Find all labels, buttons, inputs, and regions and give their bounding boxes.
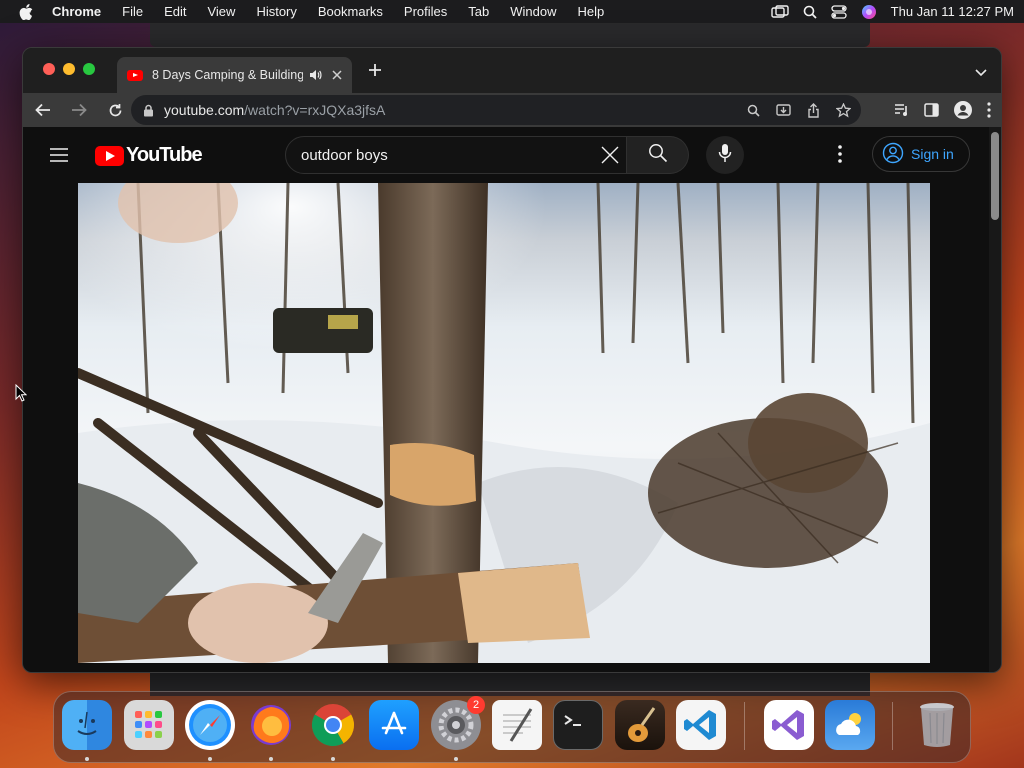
install-app-icon[interactable]	[776, 103, 791, 117]
apple-menu-icon[interactable]	[10, 3, 42, 20]
dock-finder-icon[interactable]	[62, 700, 112, 750]
dock-separator	[744, 702, 745, 750]
tab-title: 8 Days Camping & Building	[152, 68, 303, 82]
dock-visual-studio-icon[interactable]	[764, 700, 814, 750]
window-minimize-button[interactable]	[63, 63, 75, 75]
menu-bar: Chrome File Edit View History Bookmarks …	[0, 0, 1024, 23]
menu-app-chrome[interactable]: Chrome	[52, 4, 101, 19]
firefox-running-indicator	[269, 757, 273, 761]
reload-icon[interactable]	[99, 96, 131, 124]
system-settings-badge: 2	[467, 696, 485, 714]
dock-safari-icon[interactable]	[185, 700, 235, 750]
browser-toolbar: youtube.com/watch?v=rxJQXa3jfsA	[23, 93, 1001, 127]
clear-search-icon[interactable]	[600, 145, 620, 165]
url-host: youtube.com	[164, 102, 245, 118]
address-bar-actions	[731, 102, 851, 118]
video-player[interactable]	[78, 183, 930, 663]
control-center-icon[interactable]	[831, 4, 847, 19]
tab-youtube-video[interactable]: 8 Days Camping & Building	[117, 57, 352, 93]
zoom-search-icon[interactable]	[747, 104, 760, 117]
youtube-page: YouTube outdoor boys Sign in	[23, 127, 989, 672]
youtube-favicon-icon	[127, 69, 143, 81]
window-zoom-button[interactable]	[83, 63, 95, 75]
user-circle-icon	[882, 142, 904, 167]
menu-bookmarks[interactable]: Bookmarks	[318, 4, 383, 19]
chrome-running-indicator	[331, 757, 335, 761]
menu-bar-status-area: Thu Jan 11 12:27 PM	[757, 4, 1014, 20]
menu-bar-clock[interactable]: Thu Jan 11 12:27 PM	[891, 4, 1014, 19]
dock-terminal-icon[interactable]	[553, 700, 603, 750]
profile-avatar-icon[interactable]	[953, 100, 973, 120]
youtube-play-logo-icon	[95, 145, 124, 166]
address-bar[interactable]: youtube.com/watch?v=rxJQXa3jfsA	[131, 95, 861, 125]
window-close-button[interactable]	[43, 63, 55, 75]
lock-icon[interactable]	[143, 104, 154, 117]
voice-search-button[interactable]	[706, 136, 744, 174]
dock-vscode-icon[interactable]	[676, 700, 726, 750]
tab-close-icon[interactable]	[332, 68, 342, 82]
toolbar-right-icons	[880, 100, 991, 120]
forward-arrow-icon[interactable]	[63, 96, 95, 124]
dock-weather-icon[interactable]	[825, 700, 875, 750]
sign-in-label: Sign in	[911, 146, 954, 162]
chrome-window: 8 Days Camping & Building youtube.com /w…	[22, 47, 1002, 673]
dock-app-store-icon[interactable]	[369, 700, 419, 750]
media-controls-icon[interactable]	[894, 103, 910, 117]
menu-history[interactable]: History	[256, 4, 296, 19]
screen-mirroring-icon[interactable]	[770, 4, 789, 19]
mouse-pointer-icon	[15, 383, 28, 407]
search-input[interactable]: outdoor boys	[285, 136, 627, 174]
sign-in-button[interactable]: Sign in	[872, 136, 970, 172]
speaker-icon[interactable]	[309, 69, 322, 81]
dock-separator-trash	[892, 702, 893, 750]
menu-edit[interactable]: Edit	[164, 4, 186, 19]
menu-file[interactable]: File	[122, 4, 143, 19]
dock-firefox-icon[interactable]	[246, 700, 296, 750]
system-settings-running-indicator	[454, 757, 458, 761]
menu-help[interactable]: Help	[578, 4, 605, 19]
dock-chrome-icon[interactable]	[308, 700, 358, 750]
tab-search-chevron-down-icon[interactable]	[975, 64, 987, 82]
youtube-logo-text: YouTube	[126, 144, 203, 166]
side-panel-icon[interactable]	[924, 103, 939, 117]
more-options-icon[interactable]	[838, 145, 842, 168]
hamburger-menu-icon[interactable]	[49, 147, 69, 168]
menu-view[interactable]: View	[207, 4, 235, 19]
youtube-header: YouTube outdoor boys Sign in	[23, 127, 989, 183]
chrome-menu-icon[interactable]	[987, 102, 991, 118]
siri-icon[interactable]	[861, 4, 877, 20]
dock-textedit-icon[interactable]	[492, 700, 542, 750]
url-path: /watch?v=rxJQXa3jfsA	[244, 102, 386, 118]
dock-garageband-icon[interactable]	[615, 700, 665, 750]
search-query: outdoor boys	[301, 146, 388, 164]
youtube-logo[interactable]: YouTube	[95, 144, 203, 167]
menu-window[interactable]: Window	[510, 4, 556, 19]
menu-profiles[interactable]: Profiles	[404, 4, 447, 19]
new-tab-icon[interactable]	[368, 61, 382, 81]
background-window-top	[150, 23, 870, 47]
dock-system-settings-icon[interactable]: 2	[431, 696, 485, 750]
dock-launchpad-icon[interactable]	[124, 700, 174, 750]
dock: 2	[53, 691, 971, 763]
finder-running-indicator	[85, 757, 89, 761]
search-icon	[648, 143, 668, 168]
bookmark-star-icon[interactable]	[836, 102, 851, 118]
search-button[interactable]	[627, 136, 689, 174]
spotlight-search-icon[interactable]	[803, 5, 817, 19]
safari-running-indicator	[208, 757, 212, 761]
back-arrow-icon[interactable]	[27, 96, 59, 124]
window-controls	[43, 63, 103, 75]
share-icon[interactable]	[807, 102, 820, 118]
microphone-icon	[718, 143, 732, 168]
dock-trash-icon[interactable]	[912, 700, 962, 750]
video-frame-illustration	[78, 183, 930, 663]
tab-strip: 8 Days Camping & Building	[23, 48, 1001, 93]
page-scrollbar-thumb[interactable]	[991, 132, 999, 220]
menu-tab[interactable]: Tab	[468, 4, 489, 19]
